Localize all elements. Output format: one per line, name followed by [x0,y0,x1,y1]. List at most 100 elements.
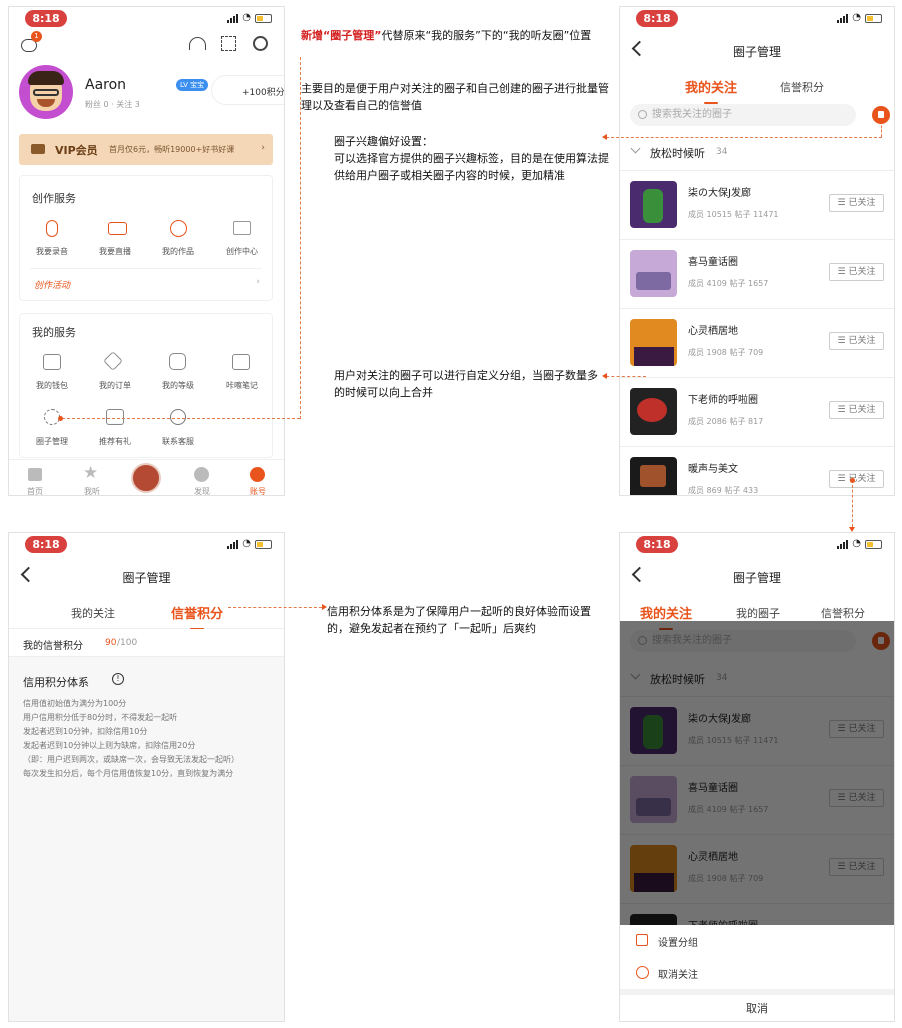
works-icon[interactable] [170,220,187,237]
points-button[interactable]: +100积分 [211,75,285,105]
points-label: +100积分 [242,88,285,98]
followed-button[interactable]: ☰ 已关注 [829,332,884,350]
signal-icon [227,13,239,23]
creation-section: 创作服务 我要录音 我要直播 我的作品 创作中心 创作活动 › [19,175,273,301]
tabs: 我的关注 信誉积分 [9,597,284,630]
group-name: 放松时候听 [650,147,705,160]
unfollow-label: 取消关注 [658,970,698,981]
tab-discover[interactable]: 发现 [187,486,217,495]
list-item[interactable]: 喜马童话圈 成员 4109 帖子 1657 ☰ 已关注 [620,240,894,309]
connector-line [228,607,322,608]
signal-icon [837,539,849,549]
record-icon[interactable] [46,220,58,237]
tab-account[interactable]: 账号 [243,486,273,495]
connector-line [62,418,300,419]
note-grouping: 用户对关注的圈子可以进行自定义分组，当圈子数量多的时候可以向上合并 [334,369,598,399]
scan-icon[interactable] [221,36,236,51]
tab-following[interactable]: 我的关注 [685,77,737,104]
connector-line [852,480,853,527]
service-item-label: 我的订单 [99,381,131,390]
wifi-icon: ◔ [242,12,251,23]
tab-home[interactable]: 首页 [20,486,50,495]
vip-banner[interactable]: VIP会员 首月仅6元，畅听19000+好书好课 › [19,134,273,165]
note-interest-settings: 圈子兴趣偏好设置： 可以选择官方提供的圈子兴趣标签，目的是在使用算法提供给用户圈… [334,133,612,184]
connector-line [300,57,301,419]
wallet-icon[interactable] [43,354,61,370]
page-title: 圈子管理 [122,571,171,585]
service-item-label: 我的等级 [162,381,194,390]
creation-activity-link[interactable]: 创作活动 [34,278,70,291]
circle-name: 柒の大保J发廊 [688,188,751,199]
cancel-button[interactable]: 取消 [620,995,894,1021]
unfollow-option[interactable]: 取消关注 [620,957,894,989]
followed-button[interactable]: ☰ 已关注 [829,470,884,488]
order-icon[interactable] [103,351,123,371]
player-button[interactable] [131,463,161,493]
arrow-left-icon [602,134,607,140]
page-title: 圈子管理 [732,571,781,585]
tab-following[interactable]: 我的关注 [71,605,115,621]
home-icon[interactable] [28,468,42,481]
circle-name: 心灵栖居地 [688,326,738,337]
crown-icon [31,144,45,154]
service-item-label: 圈子管理 [36,437,68,446]
connector-dot [58,416,63,421]
circle-name: 喜马童话圈 [688,257,738,268]
live-icon[interactable] [108,222,127,235]
level-badge: LV 宝宝 [176,79,209,91]
followed-button[interactable]: ☰ 已关注 [829,401,884,419]
group-header[interactable]: 放松时候听 34 [620,135,894,171]
circle-action-sheet-screen: 8:18 ◔ 圈子管理 我的关注 我的圈子 信誉积分 搜索我关注的圈子 放松时候… [619,532,895,1022]
tab-listen[interactable]: 我听 [77,486,107,495]
tab-credit[interactable]: 信誉积分 [780,79,824,95]
connector-dot [850,478,855,483]
vip-label: VIP会员 [55,144,98,157]
set-group-option[interactable]: 设置分组 [620,925,894,957]
note-highlight: 新增“圈子管理” [301,29,382,42]
list-item[interactable]: 心灵栖居地 成员 1908 帖子 709 ☰ 已关注 [620,309,894,378]
wifi-icon: ◔ [852,538,861,549]
battery-icon [865,539,882,549]
page-title: 圈子管理 [732,45,781,59]
my-score-value: 90 [105,638,117,648]
gift-icon[interactable] [106,409,124,425]
followed-label: 已关注 [848,336,876,346]
rule-line: 发起者迟到10分钟，扣除信用10分 [23,727,148,736]
settings-icon[interactable] [253,36,268,51]
level-icon[interactable] [169,353,186,370]
creation-item-label: 我的作品 [162,247,194,256]
list-item[interactable]: 柒の大保J发廊 成员 10515 帖子 11471 ☰ 已关注 [620,171,894,240]
list-item[interactable]: 下老师的呼啦圈 成员 2086 帖子 817 ☰ 已关注 [620,378,894,447]
tabs: 我的关注 信誉积分 [620,71,894,105]
service-item-label: 我的钱包 [36,381,68,390]
tab-credit[interactable]: 信誉积分 [171,603,223,630]
arrow-left-icon [602,373,607,379]
followed-button[interactable]: ☰ 已关注 [829,263,884,281]
star-icon[interactable]: ★ [83,465,98,482]
wifi-icon: ◔ [852,12,861,23]
circle-name: 下老师的呼啦圈 [688,395,758,406]
account-icon[interactable] [250,467,265,482]
discover-icon[interactable] [194,467,209,482]
headset-icon[interactable] [189,37,206,50]
circle-following-screen: 8:18 ◔ 圈子管理 我的关注 信誉积分 搜索我关注的圈子 放松时候听 34 … [619,6,895,496]
message-badge: 1 [31,31,42,42]
support-icon[interactable] [170,409,186,425]
search-input[interactable]: 搜索我关注的圈子 [630,104,856,126]
group-count: 34 [716,147,728,157]
unfollow-icon [636,966,649,979]
copy-icon [636,934,648,946]
followed-button[interactable]: ☰ 已关注 [829,194,884,212]
note-new-circle-manage: 新增“圈子管理”代替原来“我的服务”下的“我的听友圈”位置 [301,27,613,44]
connector-dot [879,119,884,124]
avatar[interactable] [19,65,73,119]
tab-credit[interactable]: 信誉积分 [821,605,865,621]
circle-meta: 成员 2086 帖子 817 [688,417,764,426]
tab-my-circles[interactable]: 我的圈子 [736,605,780,621]
circle-meta: 成员 4109 帖子 1657 [688,279,769,288]
info-icon[interactable]: ! [112,673,124,685]
creator-center-icon[interactable] [233,221,251,235]
notes-icon[interactable] [232,354,250,370]
tab-following[interactable]: 我的关注 [640,603,692,630]
followed-label: 已关注 [848,198,876,208]
